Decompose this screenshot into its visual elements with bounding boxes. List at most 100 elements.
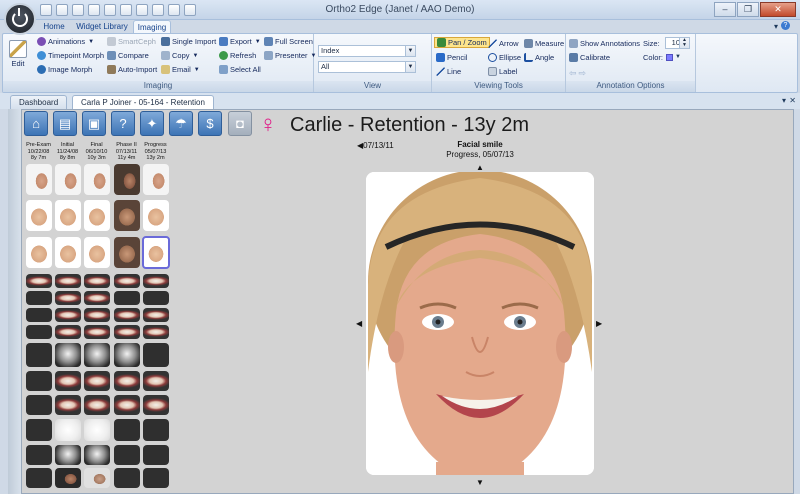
thumbnail[interactable] <box>55 274 81 288</box>
thumbnail[interactable] <box>143 325 169 339</box>
doc-tab-dashboard[interactable]: Dashboard <box>10 95 68 109</box>
presenter-button[interactable]: Presenter ▼ <box>264 51 316 60</box>
home-icon[interactable]: ⌂ <box>24 111 48 136</box>
thumbnail-empty[interactable] <box>26 325 52 339</box>
thumbnail[interactable] <box>55 308 81 322</box>
thumbnail[interactable] <box>143 308 169 322</box>
timepoint-header-progress[interactable]: Progress 05/07/13 13y 2m <box>141 142 170 162</box>
thumbnail[interactable] <box>143 164 169 195</box>
thumbnail-empty[interactable] <box>114 419 140 441</box>
thumbnail-empty[interactable] <box>26 445 52 465</box>
thumbnail[interactable] <box>114 164 140 195</box>
thumbnail-empty[interactable] <box>26 468 52 488</box>
export-button[interactable]: Export ▼ <box>219 37 261 46</box>
undo-redo-arrows[interactable]: ⇦ ⇨ <box>569 68 586 79</box>
measure-tool[interactable]: Measure <box>524 39 564 48</box>
thumbnail-empty[interactable] <box>114 291 140 305</box>
thumbnail-empty[interactable] <box>143 419 169 441</box>
timepoint-header-pre-exam[interactable]: Pre-Exam 10/22/08 8y 7m <box>24 142 53 162</box>
maximize-button[interactable]: ❐ <box>737 2 759 17</box>
doc-tab-patient[interactable]: Carla P Joiner - 05-164 - Retention <box>72 95 214 109</box>
thumbnail[interactable] <box>114 343 140 367</box>
help-book-icon[interactable]: ? <box>111 111 135 136</box>
image-morph-button[interactable]: Image Morph <box>37 65 92 74</box>
thumbnail-empty[interactable] <box>26 371 52 391</box>
chart-icon[interactable]: ▤ <box>53 111 77 136</box>
size-stepper[interactable]: 10 ▲ ▼ <box>665 37 690 49</box>
minimize-button[interactable]: – <box>714 2 736 17</box>
thumbnail[interactable] <box>114 274 140 288</box>
timepoint-header-initial[interactable]: Initial 11/24/08 8y 8m <box>53 142 82 162</box>
money-icon[interactable]: $ <box>198 111 222 136</box>
thumbnail-empty[interactable] <box>26 343 52 367</box>
full-screen-button[interactable]: Full Screen <box>264 37 313 46</box>
close-button[interactable]: ✕ <box>760 2 796 17</box>
thumbnail-empty[interactable] <box>26 291 52 305</box>
side-splitter[interactable] <box>8 109 22 494</box>
main-image-viewer[interactable] <box>366 172 594 475</box>
thumbnail[interactable] <box>55 164 81 195</box>
thumbnail-selected[interactable] <box>142 236 170 269</box>
help-icon[interactable]: ? <box>781 21 790 30</box>
thumbnail[interactable] <box>84 164 110 195</box>
umbrella-icon[interactable]: ☂ <box>169 111 193 136</box>
thumbnail[interactable] <box>55 291 81 305</box>
arrow-down-icon[interactable]: ▼ <box>476 478 484 487</box>
timepoint-header-phase-ii[interactable]: Phase II 07/13/11 11y 4m <box>112 142 141 162</box>
thumbnail-empty[interactable] <box>114 445 140 465</box>
thumbnail[interactable] <box>55 445 81 465</box>
ribbon-minimize-icon[interactable]: ▾ <box>774 22 778 31</box>
thumbnail[interactable] <box>55 200 81 231</box>
animations-button[interactable]: Animations ▼ <box>37 37 94 46</box>
thumbnail[interactable] <box>84 371 110 391</box>
select-all-button[interactable]: Select All <box>219 65 261 74</box>
chevron-down-icon[interactable]: ▼ <box>405 46 415 56</box>
thumbnail[interactable] <box>84 308 110 322</box>
timepoint-morph-button[interactable]: Timepoint Morph <box>37 51 104 60</box>
compare-button[interactable]: Compare <box>107 51 149 60</box>
edit-button[interactable]: Edit <box>9 40 27 68</box>
spinner-icon[interactable]: ▲ ▼ <box>679 38 689 48</box>
thumbnail[interactable] <box>55 468 81 488</box>
chevron-down-icon[interactable]: ▼ <box>405 62 415 72</box>
arrow-left-icon[interactable]: ⇦ <box>569 68 577 79</box>
arrow-tool[interactable]: Arrow <box>488 39 519 48</box>
show-annotations-button[interactable]: Show Annotations <box>569 39 640 48</box>
thumbnail[interactable] <box>26 164 52 195</box>
form-icon[interactable]: ▣ <box>82 111 106 136</box>
thumbnail[interactable] <box>143 395 169 415</box>
thumbnail[interactable] <box>55 325 81 339</box>
timepoint-header-final[interactable]: Final 06/10/10 10y 3m <box>82 142 111 162</box>
thumbnail-empty[interactable] <box>143 468 169 488</box>
email-button[interactable]: Email ▼ <box>161 65 200 74</box>
arrow-up-icon[interactable]: ▲ <box>476 163 484 172</box>
angle-tool[interactable]: Angle <box>524 53 554 62</box>
chevron-down-icon[interactable]: ▼ <box>675 54 681 60</box>
thumbnail-empty[interactable] <box>26 419 52 441</box>
arrow-right-icon[interactable]: ⇨ <box>579 68 587 79</box>
thumbnail[interactable] <box>55 371 81 391</box>
thumbnail-empty[interactable] <box>143 291 169 305</box>
close-icon[interactable]: ✕ <box>789 96 796 105</box>
thumbnail[interactable] <box>55 343 81 367</box>
thumbnail[interactable] <box>84 419 110 441</box>
single-import-button[interactable]: Single Import <box>161 37 216 46</box>
tab-list-icon[interactable]: ▾ <box>782 96 786 105</box>
copy-button[interactable]: Copy ▼ <box>161 51 198 60</box>
calibrate-button[interactable]: Calibrate <box>569 53 610 62</box>
thumbnail[interactable] <box>84 200 110 231</box>
view-filter-combo[interactable]: All ▼ <box>318 61 416 73</box>
thumbnail[interactable] <box>114 325 140 339</box>
thumbnail-empty[interactable] <box>114 468 140 488</box>
thumbnail[interactable] <box>84 445 110 465</box>
thumbnail[interactable] <box>84 291 110 305</box>
arrow-left-icon[interactable]: ◀ <box>356 319 362 328</box>
thumbnail[interactable] <box>84 237 110 268</box>
label-tool[interactable]: Label <box>488 67 517 76</box>
thumbnail[interactable] <box>26 274 52 288</box>
tab-imaging[interactable]: Imaging <box>133 20 171 34</box>
thumbnail[interactable] <box>114 308 140 322</box>
thumbnail[interactable] <box>143 371 169 391</box>
application-menu-button[interactable] <box>4 3 36 35</box>
color-swatch[interactable] <box>666 54 673 61</box>
